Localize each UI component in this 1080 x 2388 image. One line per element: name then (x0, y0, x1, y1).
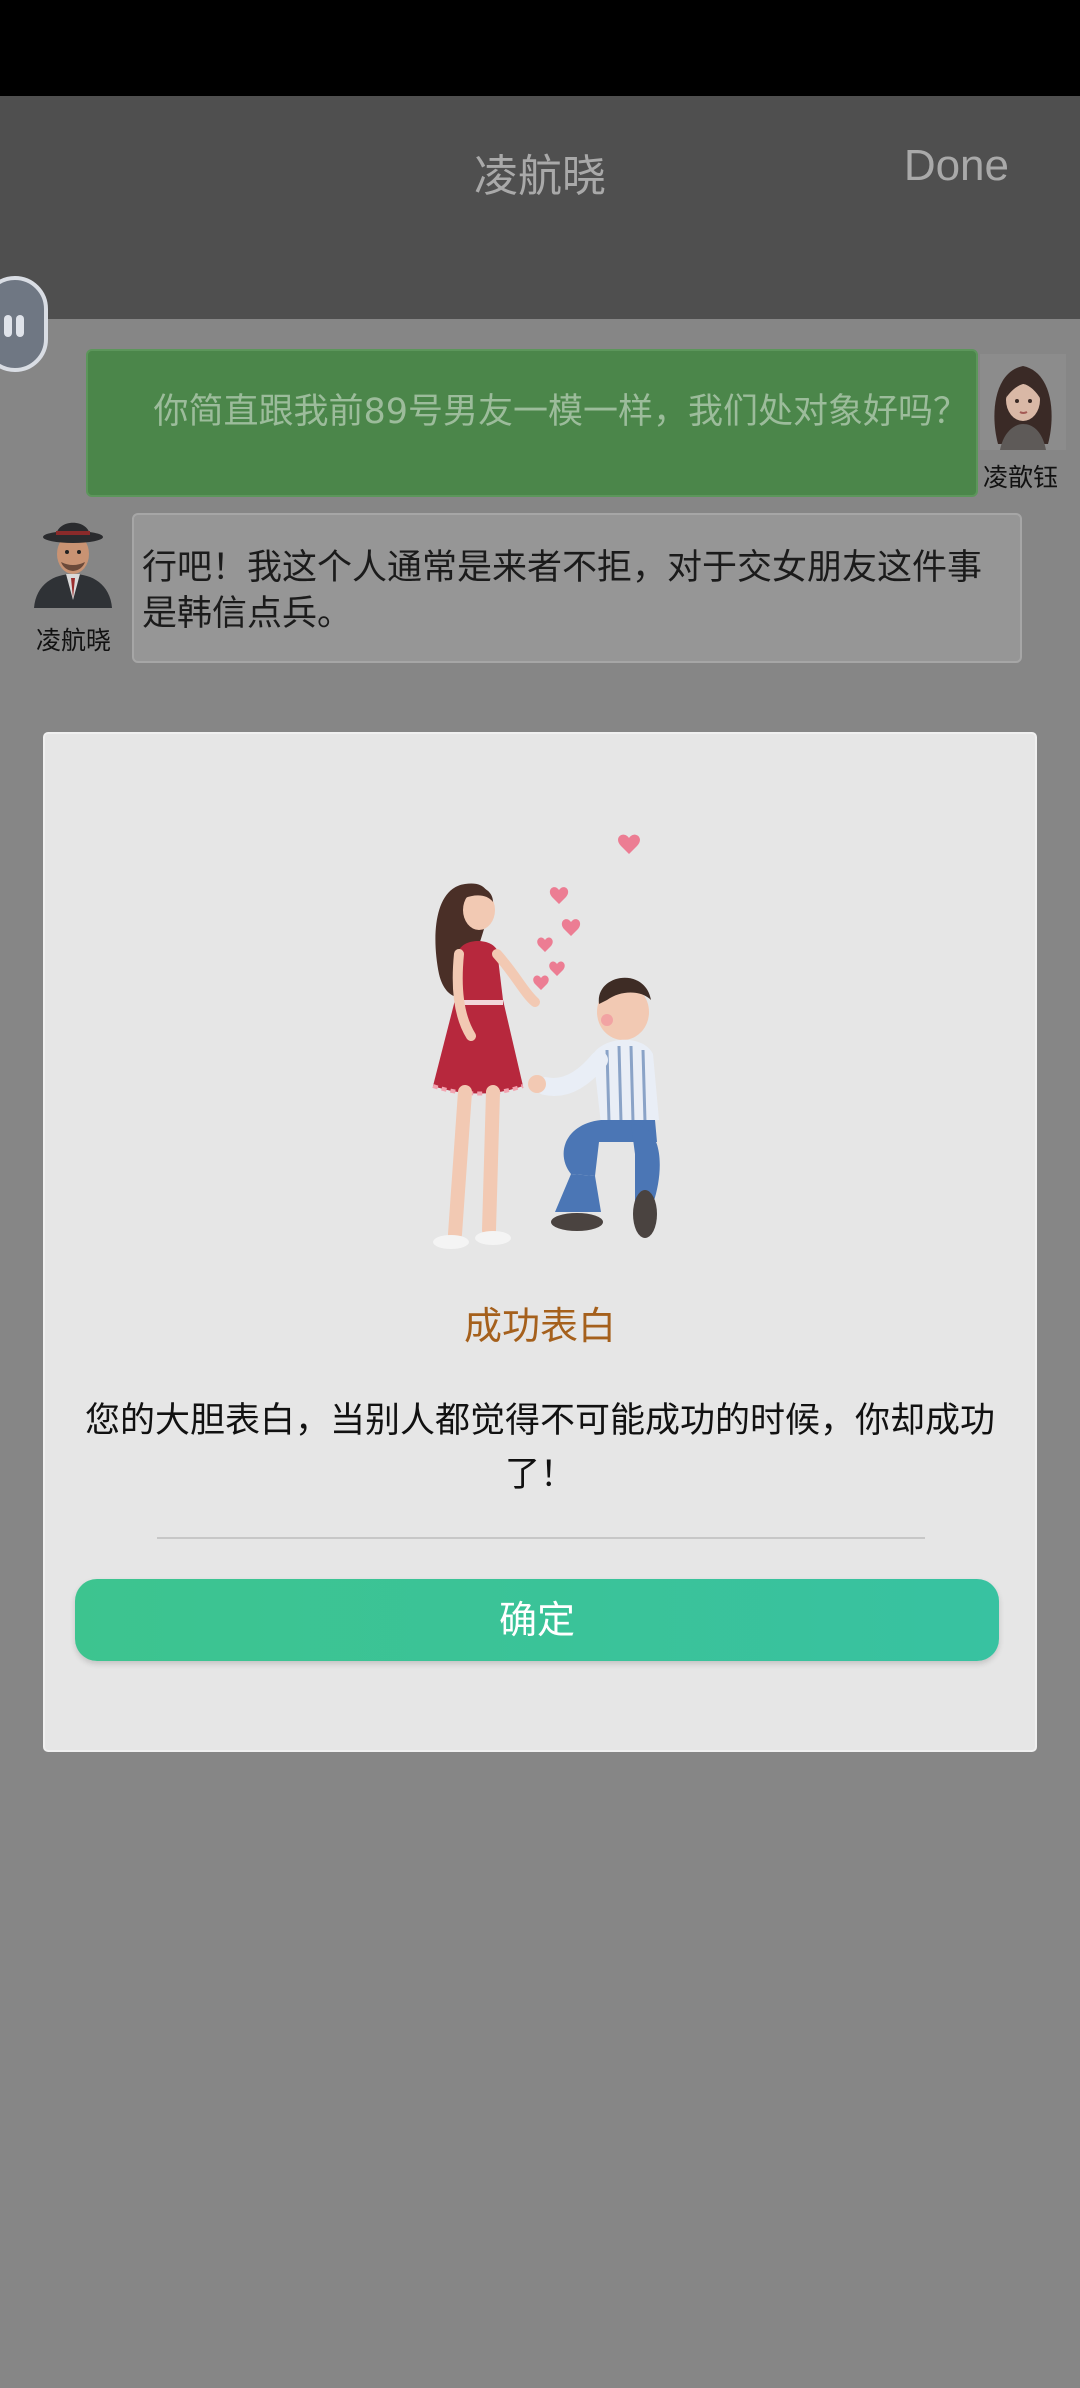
dialog-message: 您的大胆表白，当别人都觉得不可能成功的时候，你却成功了！ (84, 1401, 995, 1495)
nav-bar (0, 96, 1080, 319)
man-in-hat-avatar-icon (34, 522, 112, 608)
floating-assistant-button[interactable] (0, 276, 48, 372)
woman-avatar-icon (980, 354, 1066, 450)
done-button[interactable]: Done (904, 141, 1009, 191)
sender-name: 凌航晓 (36, 626, 112, 655)
proposal-illustration (395, 824, 725, 1264)
pause-bar-icon (16, 315, 24, 337)
dialog-title: 成功表白 (463, 1304, 616, 1348)
sender-name: 凌歆钰 (983, 463, 1059, 492)
status-bar (0, 0, 1080, 96)
confirm-button[interactable]: 确定 (75, 1579, 999, 1661)
chat-message-incoming[interactable]: 行吧！我这个人通常是来者不拒，对于交女朋友这件事是韩信点兵。 (132, 513, 1022, 663)
confession-success-dialog: 成功表白 您的大胆表白，当别人都觉得不可能成功的时候，你却成功了！ 确定 (43, 732, 1037, 1752)
avatar[interactable] (28, 504, 118, 608)
pause-bar-icon (4, 315, 12, 337)
proposal-couple-icon (432, 834, 660, 1249)
divider (157, 1537, 925, 1539)
chat-message-outgoing[interactable]: 你简直跟我前89号男友一模一样，我们处对象好吗？ (86, 349, 978, 497)
avatar[interactable] (980, 354, 1066, 450)
